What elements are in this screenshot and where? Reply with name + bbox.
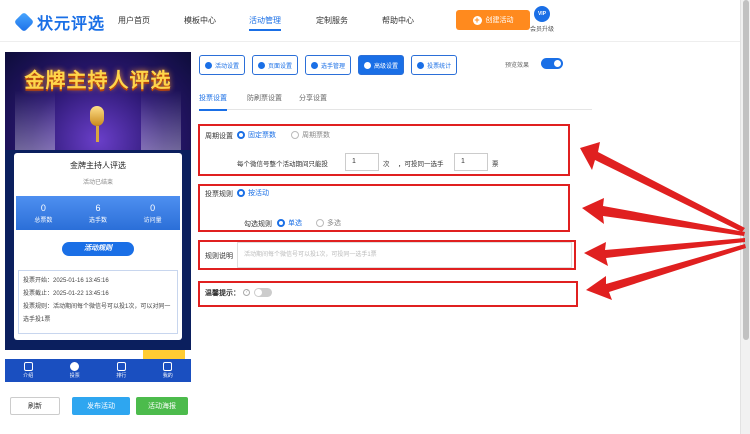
vote-count-input[interactable]: 1 [345,153,379,171]
stat-total-votes: 0 总票数 [34,202,53,224]
rule-end: 投票截止：2025-01-22 13:45:16 [23,291,109,297]
rule-start: 投票开始：2025-01-16 13:45:16 [23,278,109,284]
vote-per-contestant-input[interactable]: 1 [454,153,488,171]
logo-text: 状元评选 [37,16,106,33]
tab-anti-fraud[interactable]: 防刷票设置 [247,93,282,103]
radio-multiple[interactable]: 多选 [316,218,341,228]
bottom-strip [5,350,191,359]
rule-badge: 活动规则 [62,242,134,256]
rule-description-input[interactable]: 活动期间每个微信号可以投1次，可投同一选手1票 [237,242,572,268]
tab-intro[interactable]: 介绍 [5,359,52,382]
stat-contestants: 6 选手数 [88,202,107,224]
create-activity-button[interactable]: + 创建活动 [456,10,530,30]
sub-tabs: 投票设置 防刷票设置 分享设置 [199,90,592,111]
user-icon [163,362,173,371]
logo-icon [13,11,35,33]
gear-icon [258,61,266,69]
desc-label: 规则说明 [205,253,233,260]
vip-label: 会员升级 [529,27,554,33]
contestant-manage-button[interactable]: 选手管理 [305,55,352,75]
radio-cycle-votes[interactable]: 周期票数 [291,130,330,140]
vote-stats-button[interactable]: 投票统计 [411,55,458,75]
preview-toggle[interactable] [541,58,563,69]
tab-mine[interactable]: 我的 [145,359,192,382]
vip-upgrade[interactable]: VIP 会员升级 [527,6,557,33]
tab-share-settings[interactable]: 分享设置 [299,93,327,103]
users-icon [311,61,319,69]
page: 状元评选 用户首页 模板中心 活动管理 定制服务 帮助中心 + 创建活动 VIP… [0,0,750,434]
stage-light [15,90,55,150]
nav-templates[interactable]: 模板中心 [184,15,216,26]
tip-label: 温馨提示： [205,290,240,297]
activity-settings-button[interactable]: 活动设置 [199,55,246,75]
radio-by-activity[interactable]: 按活动 [237,188,269,198]
rule-box: 投票开始：2025-01-16 13:45:16 投票截止：2025-01-22… [18,270,178,334]
phone-preview: 金牌主持人评选 金牌主持人评选 活动已结束 0 总票数 6 选手数 0 访问量 … [5,52,191,382]
tab-vote[interactable]: 投票 [52,359,99,382]
refresh-button[interactable]: 刷新 [10,397,60,415]
banner: 金牌主持人评选 [5,52,191,150]
cycle-label: 周期设置 [205,133,233,140]
tip-toggle[interactable] [254,288,272,297]
microphone-icon [89,106,105,144]
radio-single[interactable]: 单选 [277,218,302,228]
banner-title: 金牌主持人评选 [24,68,172,92]
page-settings-button[interactable]: 页面设置 [252,55,299,75]
cycle-text-2: ，可投同一选手 [398,161,444,168]
annotation-arrows [580,142,746,300]
preview-label: 预览效果 [505,63,530,69]
ranking-icon [116,362,126,371]
phone-tabbar: 介绍 投票 排行 我的 [5,359,191,382]
check-rule-label: 勾选规则 [244,221,272,228]
rule-detail: 投票规则：活动期间每个微信号可以投1次，可以对同一选手投1票 [23,304,171,323]
vote-icon [70,362,80,371]
settings-icon [205,61,212,69]
publish-button[interactable]: 发布活动 [72,397,130,415]
question-icon[interactable]: ? [243,289,250,296]
vip-icon: VIP [534,6,550,22]
subtab-indicator [199,109,227,111]
sliders-icon [364,61,372,69]
poster-button[interactable]: 活动海报 [136,397,188,415]
create-activity-label: 创建活动 [485,17,514,24]
nav-custom-service[interactable]: 定制服务 [316,15,348,26]
advanced-settings-button[interactable]: 高级设置 [358,55,405,75]
cycle-unit-2: 票 [492,161,499,168]
activity-card: 金牌主持人评选 活动已结束 0 总票数 6 选手数 0 访问量 活动规则 投票开… [14,153,182,340]
cycle-text-1: 每个微信号整个活动期间只能投 [237,161,328,168]
nav-activity-manage[interactable]: 活动管理 [249,15,281,26]
plus-icon: + [472,14,482,25]
activity-status: 活动已结束 [82,180,113,186]
card-title: 金牌主持人评选 [70,161,126,170]
logo[interactable]: 状元评选 [13,10,106,34]
tab-ranking[interactable]: 排行 [98,359,145,382]
nav-home[interactable]: 用户首页 [118,15,150,26]
intro-icon [23,362,33,371]
bar-chart-icon [417,61,425,69]
top-nav: 状元评选 用户首页 模板中心 活动管理 定制服务 帮助中心 + 创建活动 VIP… [0,0,740,42]
stats-bar: 0 总票数 6 选手数 0 访问量 [16,196,180,230]
radio-fixed-votes[interactable]: 固定票数 [237,130,276,140]
cycle-unit-1: 次 [383,161,390,168]
stage-light [141,90,181,150]
stat-visits: 0 访问量 [143,202,162,224]
rule-label: 投票规则 [205,191,233,198]
nav-active-indicator [249,29,281,31]
settings-toolbar: 活动设置 页面设置 选手管理 高级设置 投票统计 [199,55,458,75]
nav-help[interactable]: 帮助中心 [382,15,414,26]
tab-vote-settings[interactable]: 投票设置 [199,93,227,103]
